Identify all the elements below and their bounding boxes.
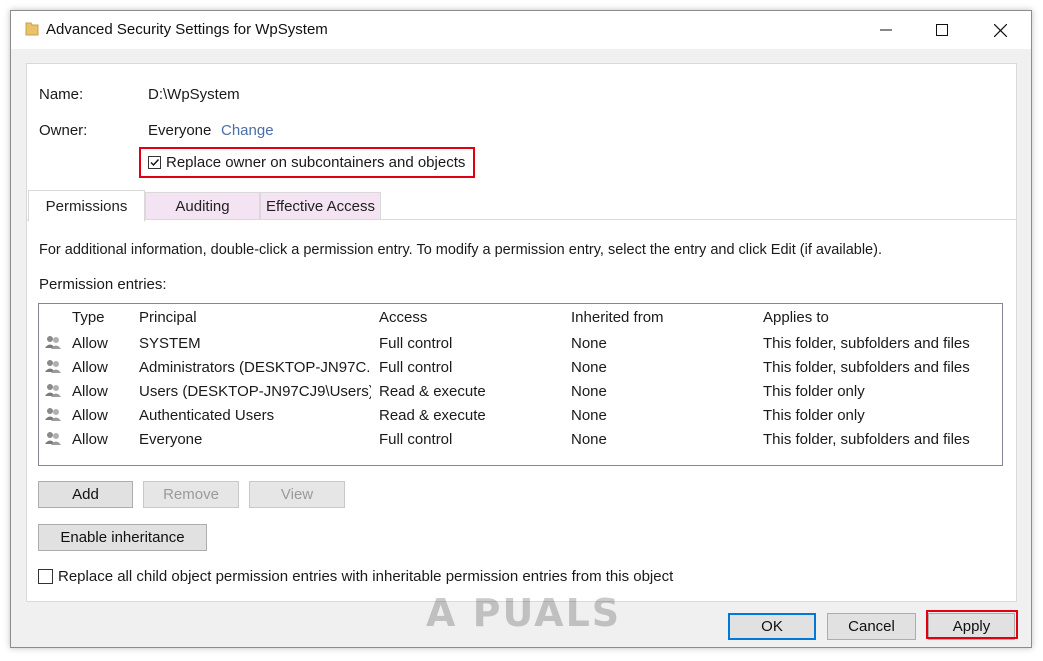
cell-access: Read & execute bbox=[379, 383, 486, 400]
user-group-icon bbox=[44, 382, 62, 402]
cell-access: Full control bbox=[379, 335, 453, 352]
change-owner-link[interactable]: Change bbox=[221, 122, 274, 139]
column-header-access[interactable]: Access bbox=[379, 309, 427, 326]
replace-child-checkbox-row[interactable]: Replace all child object permission entr… bbox=[38, 568, 673, 585]
cell-inherited-from: None bbox=[571, 359, 607, 376]
cell-inherited-from: None bbox=[571, 383, 607, 400]
cell-inherited-from: None bbox=[571, 335, 607, 352]
table-row[interactable]: Allow SYSTEM Full control None This fold… bbox=[39, 333, 1002, 357]
replace-owner-checkbox[interactable] bbox=[148, 156, 161, 169]
cell-inherited-from: None bbox=[571, 407, 607, 424]
security-settings-window: Advanced Security Settings for WpSystem … bbox=[10, 10, 1032, 648]
close-button[interactable] bbox=[971, 11, 1029, 49]
tab-auditing[interactable]: Auditing bbox=[145, 192, 260, 220]
tab-auditing-label: Auditing bbox=[175, 197, 230, 215]
enable-inheritance-button[interactable]: Enable inheritance bbox=[38, 524, 207, 551]
cell-access: Read & execute bbox=[379, 407, 486, 424]
cancel-button[interactable]: Cancel bbox=[827, 613, 916, 640]
owner-label: Owner: bbox=[39, 122, 88, 139]
column-header-type[interactable]: Type bbox=[72, 309, 105, 326]
folder-icon bbox=[25, 21, 39, 41]
replace-child-label: Replace all child object permission entr… bbox=[58, 568, 674, 585]
permissions-info-text: For additional information, double-click… bbox=[39, 242, 882, 258]
cell-applies-to: This folder only bbox=[763, 383, 865, 400]
highlight-box-apply bbox=[926, 610, 1018, 639]
cell-type: Allow bbox=[72, 383, 108, 400]
add-button[interactable]: Add bbox=[38, 481, 133, 508]
cell-type: Allow bbox=[72, 431, 108, 448]
cell-applies-to: This folder, subfolders and files bbox=[763, 335, 970, 352]
cell-type: Allow bbox=[72, 359, 108, 376]
table-row[interactable]: Allow Everyone Full control None This fo… bbox=[39, 429, 1002, 453]
window-title: Advanced Security Settings for WpSystem bbox=[46, 21, 328, 38]
user-group-icon bbox=[44, 406, 62, 426]
ok-button[interactable]: OK bbox=[728, 613, 816, 640]
maximize-icon bbox=[936, 24, 948, 36]
cell-applies-to: This folder, subfolders and files bbox=[763, 359, 970, 376]
user-group-icon bbox=[44, 358, 62, 378]
user-group-icon bbox=[44, 430, 62, 450]
title-bar[interactable]: Advanced Security Settings for WpSystem bbox=[11, 11, 1031, 49]
owner-value: Everyone bbox=[148, 122, 212, 139]
minimize-button[interactable] bbox=[857, 11, 915, 49]
cell-principal: Users (DESKTOP-JN97CJ9\Users) bbox=[139, 383, 371, 400]
name-label: Name: bbox=[39, 86, 84, 103]
cell-type: Allow bbox=[72, 335, 108, 352]
tab-effective-access-label: Effective Access bbox=[266, 197, 375, 215]
minimize-icon bbox=[880, 29, 892, 31]
maximize-button[interactable] bbox=[913, 11, 971, 49]
cell-principal: Authenticated Users bbox=[139, 407, 275, 424]
cell-access: Full control bbox=[379, 431, 453, 448]
table-row[interactable]: Allow Authenticated Users Read & execute… bbox=[39, 405, 1002, 429]
tab-effective-access[interactable]: Effective Access bbox=[260, 192, 381, 220]
column-header-principal[interactable]: Principal bbox=[139, 309, 197, 326]
permission-entries-list[interactable]: Type Principal Access Inherited from App… bbox=[38, 303, 1003, 466]
cell-principal: Administrators (DESKTOP-JN97C... bbox=[139, 359, 371, 376]
cell-type: Allow bbox=[72, 407, 108, 424]
cell-access: Full control bbox=[379, 359, 453, 376]
permission-entries-label: Permission entries: bbox=[39, 276, 167, 293]
remove-button[interactable]: Remove bbox=[143, 481, 239, 508]
tab-permissions-label: Permissions bbox=[45, 197, 128, 215]
cell-inherited-from: None bbox=[571, 431, 607, 448]
table-row[interactable]: Allow Administrators (DESKTOP-JN97C... F… bbox=[39, 357, 1002, 381]
replace-child-checkbox[interactable] bbox=[38, 569, 53, 584]
column-header-applies-to[interactable]: Applies to bbox=[763, 309, 829, 326]
name-value: D:\WpSystem bbox=[148, 86, 240, 103]
view-button[interactable]: View bbox=[249, 481, 345, 508]
cell-applies-to: This folder only bbox=[763, 407, 865, 424]
cell-applies-to: This folder, subfolders and files bbox=[763, 431, 970, 448]
replace-owner-label: Replace owner on subcontainers and objec… bbox=[166, 154, 466, 171]
checkmark-icon bbox=[150, 159, 160, 167]
close-icon bbox=[993, 23, 1007, 37]
cell-principal: Everyone bbox=[139, 431, 203, 448]
tab-permissions[interactable]: Permissions bbox=[28, 190, 145, 222]
user-group-icon bbox=[44, 334, 62, 354]
appuals-watermark: A PUALS bbox=[426, 591, 622, 635]
replace-owner-checkbox-row[interactable]: Replace owner on subcontainers and objec… bbox=[148, 154, 465, 171]
table-row[interactable]: Allow Users (DESKTOP-JN97CJ9\Users) Read… bbox=[39, 381, 1002, 405]
cell-principal: SYSTEM bbox=[139, 335, 201, 352]
column-header-inherited-from[interactable]: Inherited from bbox=[571, 309, 664, 326]
